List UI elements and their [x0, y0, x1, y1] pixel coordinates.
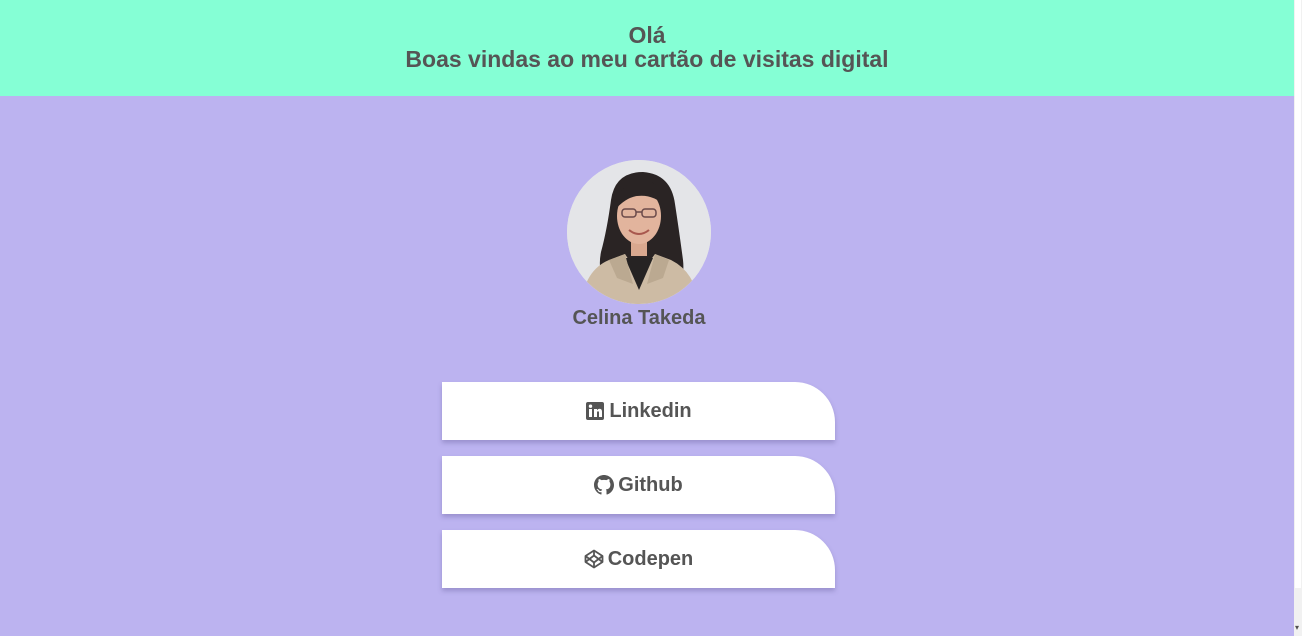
- codepen-button[interactable]: Codepen: [442, 530, 835, 588]
- vertical-scrollbar[interactable]: ▾: [1294, 0, 1302, 636]
- welcome-subtitle: Boas vindas ao meu cartão de visitas dig…: [405, 46, 889, 72]
- linkedin-icon: [585, 401, 605, 421]
- page: Olá Boas vindas ao meu cartão de visitas…: [0, 0, 1294, 636]
- codepen-label: Codepen: [607, 547, 694, 570]
- greeting-title: Olá: [628, 22, 666, 48]
- linkedin-button[interactable]: Linkedin: [442, 382, 835, 440]
- linkedin-label: Linkedin: [609, 399, 692, 422]
- avatar: [567, 160, 711, 304]
- github-label: Github: [618, 473, 683, 496]
- avatar-photo: [567, 160, 711, 304]
- github-button[interactable]: Github: [442, 456, 835, 514]
- scroll-down-arrow-icon[interactable]: ▾: [1295, 624, 1301, 632]
- codepen-icon: [584, 549, 604, 569]
- profile-name: Celina Takeda: [572, 307, 706, 329]
- github-icon: [594, 475, 615, 495]
- page-header: Olá Boas vindas ao meu cartão de visitas…: [0, 0, 1294, 96]
- scrollbar-thumb[interactable]: [1295, 0, 1301, 588]
